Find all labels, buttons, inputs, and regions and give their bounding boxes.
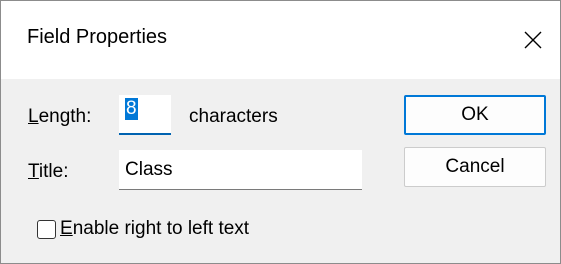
rtl-label-accel: E (60, 218, 73, 239)
field-properties-dialog: Field Properties Length: 8 characters Ti… (0, 0, 561, 264)
length-input[interactable]: 8 (119, 95, 171, 135)
title-label-accel: T (28, 161, 39, 182)
length-value: 8 (125, 98, 138, 120)
title-label: Title: (28, 161, 68, 183)
ok-button[interactable]: OK (404, 95, 546, 135)
close-button[interactable] (510, 15, 556, 65)
title-input[interactable]: Class (119, 150, 362, 190)
rtl-label: Enable right to left text (60, 218, 249, 240)
title-label-text: itle: (38, 161, 69, 182)
rtl-label-text: nable right to left text (72, 218, 250, 239)
length-suffix: characters (189, 106, 278, 127)
dialog-title: Field Properties (27, 26, 168, 48)
title-bar: Field Properties (1, 1, 560, 79)
length-label-text: ength: (38, 106, 92, 127)
title-value: Class (125, 159, 173, 180)
length-label-accel: L (28, 106, 39, 127)
cancel-button[interactable]: Cancel (404, 147, 546, 187)
rtl-option[interactable]: Enable right to left text (37, 218, 249, 240)
length-label: Length: (28, 106, 91, 128)
rtl-checkbox[interactable] (37, 219, 56, 239)
close-icon (524, 31, 542, 49)
